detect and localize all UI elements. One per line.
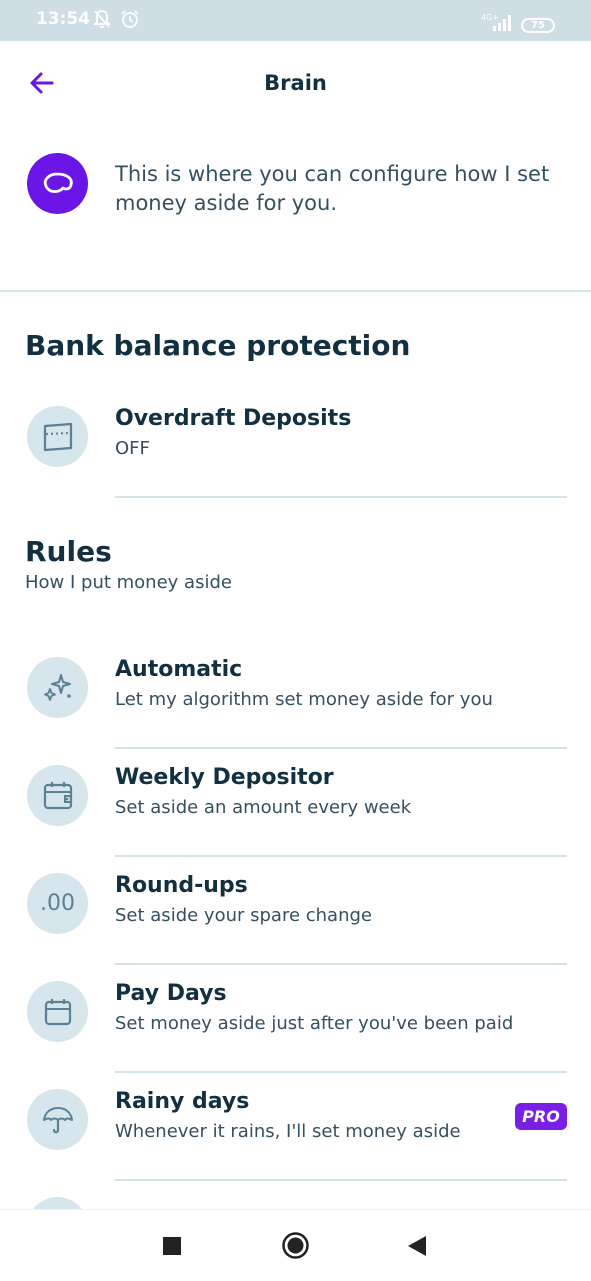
pro-badge: PRO (515, 1103, 567, 1130)
rule-row-weekly-depositor[interactable]: Weekly Depositor Set aside an amount eve… (0, 749, 591, 857)
section-title-bank-balance: Bank balance protection (25, 329, 411, 362)
umbrella-icon (27, 1089, 88, 1150)
rule-row-pay-days[interactable]: Pay Days Set money aside just after you'… (0, 965, 591, 1073)
rule-title: Weekly Depositor (115, 765, 334, 790)
rule-title: Automatic (115, 657, 243, 682)
home-icon[interactable] (281, 1231, 310, 1264)
section-title-rules: Rules (25, 535, 112, 568)
system-nav-bar (0, 1209, 591, 1281)
rule-title: Round-ups (115, 873, 248, 898)
overdraft-status: OFF (115, 438, 150, 459)
overdraft-title: Overdraft Deposits (115, 406, 352, 431)
rule-subtitle: Set aside your spare change (115, 905, 372, 926)
rule-row-rainy-days[interactable]: Rainy days Whenever it rains, I'll set m… (0, 1073, 591, 1181)
app-header: Brain (0, 41, 591, 127)
sparkle-icon (27, 657, 88, 718)
intro-text: This is where you can configure how I se… (115, 162, 550, 215)
round-up-icon-text: .00 (40, 891, 75, 916)
rule-subtitle: Whenever it rains, I'll set money aside (115, 1121, 461, 1142)
back-nav-icon[interactable] (406, 1234, 428, 1262)
overdraft-deposits-row[interactable]: Overdraft Deposits OFF (0, 390, 591, 498)
calendar-wallet-icon (27, 765, 88, 826)
rule-subtitle: Let my algorithm set money aside for you (115, 689, 493, 710)
rule-subtitle: Set aside an amount every week (115, 797, 412, 818)
rule-row-automatic[interactable]: Automatic Let my algorithm set money asi… (0, 641, 591, 749)
signal-icon (492, 15, 514, 35)
divider (0, 290, 591, 292)
rule-row-partial[interactable] (0, 1181, 591, 1209)
partial-icon (27, 1197, 88, 1209)
rule-subtitle: Set money aside just after you've been p… (115, 1013, 514, 1034)
calendar-icon (27, 981, 88, 1042)
rule-row-round-ups[interactable]: .00 Round-ups Set aside your spare chang… (0, 857, 591, 965)
round-up-icon: .00 (27, 873, 88, 934)
status-bar: 13:54 4G+ 75 (0, 0, 591, 41)
section-subtitle-rules: How I put money aside (25, 572, 232, 593)
battery-icon: 75 (521, 18, 555, 33)
row-divider (115, 496, 567, 498)
brain-icon (27, 153, 88, 214)
rule-title: Rainy days (115, 1089, 250, 1114)
rule-title: Pay Days (115, 981, 227, 1006)
status-time: 13:54 (36, 9, 91, 29)
card-icon (27, 406, 88, 467)
alarm-icon (119, 8, 141, 34)
bell-off-icon (92, 8, 112, 34)
recents-icon[interactable] (162, 1236, 182, 1260)
page-title: Brain (264, 71, 327, 95)
